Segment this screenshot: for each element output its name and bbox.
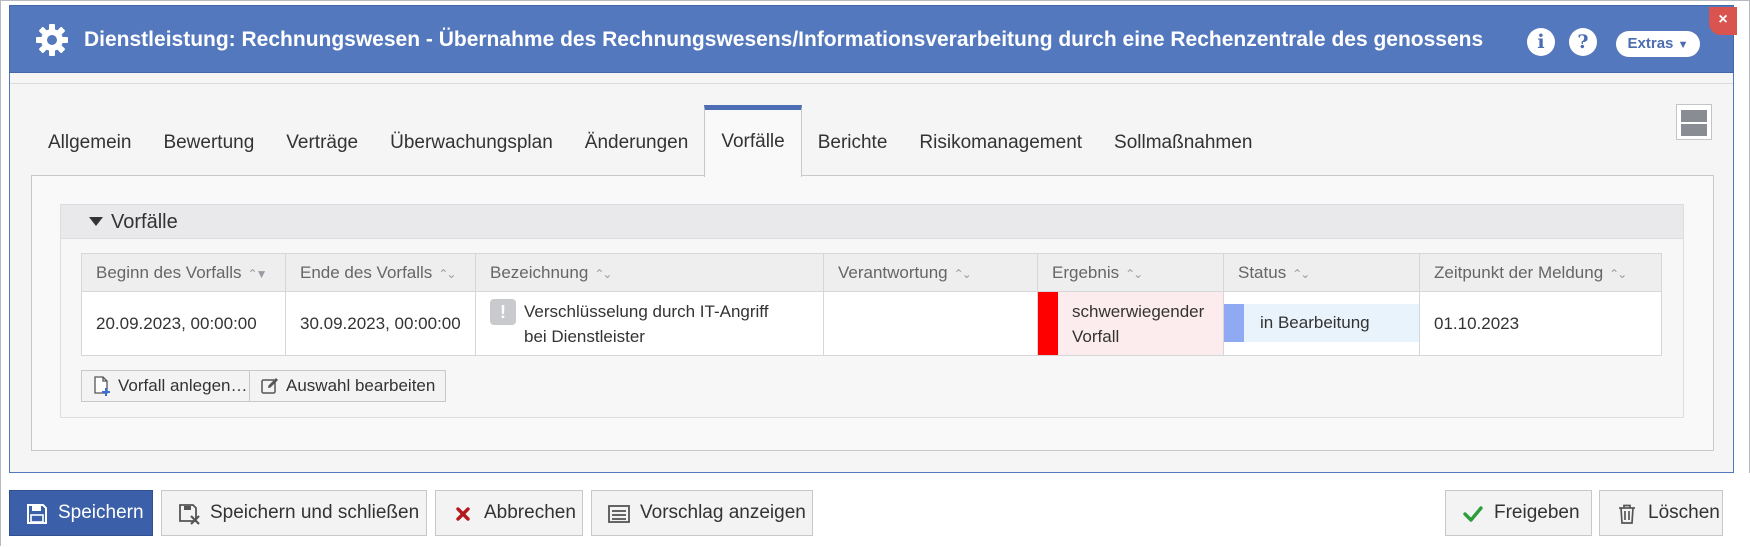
- section-title: Vorfälle: [111, 211, 178, 233]
- column-header-responsibility[interactable]: Verantwortung ⌃⌄: [823, 253, 1038, 292]
- divider: [10, 83, 1733, 84]
- extras-menu-button[interactable]: Extras ▼: [1616, 31, 1700, 57]
- save-close-icon: [179, 504, 200, 525]
- add-incident-button[interactable]: Vorfall anlegen…: [81, 370, 259, 402]
- table-header-row: Beginn des Vorfalls ⌃▼ Ende des Vorfalls ⌃…: [81, 253, 1662, 292]
- cancel-label: Abbrechen: [484, 502, 576, 523]
- column-header-end[interactable]: Ende des Vorfalls ⌃⌄: [285, 253, 476, 292]
- sort-icon: ⌃⌄: [1609, 266, 1627, 281]
- sort-icon: ⌃⌄: [594, 266, 612, 281]
- save-and-close-label: Speichern und schließen: [210, 502, 420, 523]
- status-badge: in Bearbeitung: [1224, 304, 1419, 342]
- cell-description: ! Verschlüsselung durch IT-Angriff bei D…: [475, 291, 824, 356]
- sort-icon: ⌃⌄: [438, 266, 456, 281]
- layout-toggle-icon[interactable]: [1676, 104, 1712, 140]
- cell-result: schwerwiegender Vorfall: [1037, 291, 1224, 356]
- edit-icon: [261, 378, 278, 394]
- tab-ueberwachungsplan[interactable]: Überwachungsplan: [374, 105, 569, 175]
- tab-aenderungen[interactable]: Änderungen: [569, 105, 705, 175]
- info-button[interactable]: i: [1527, 28, 1555, 56]
- save-and-close-button[interactable]: Speichern und schließen: [161, 490, 427, 536]
- column-header-result[interactable]: Ergebnis ⌃⌄: [1037, 253, 1224, 292]
- column-header-status[interactable]: Status ⌃⌄: [1223, 253, 1420, 292]
- column-header-reported[interactable]: Zeitpunkt der Meldung ⌃⌄: [1419, 253, 1662, 292]
- tab-panel: Vorfälle Beginn des Vorfalls ⌃▼ Ende des …: [31, 175, 1714, 451]
- tab-vorfaelle[interactable]: Vorfälle: [704, 105, 802, 177]
- column-header-description[interactable]: Bezeichnung ⌃⌄: [475, 253, 824, 292]
- checkmark-icon: [1463, 506, 1483, 522]
- tab-vertraege[interactable]: Verträge: [270, 105, 374, 175]
- status-strip: [1224, 304, 1244, 342]
- show-proposal-label: Vorschlag anzeigen: [640, 502, 806, 523]
- sort-icon: ⌃▼: [247, 266, 268, 281]
- approve-label: Freigeben: [1494, 502, 1580, 523]
- dialog-footer: Speichern Speichern und schließen Abbrec…: [1, 473, 1750, 547]
- add-incident-label: Vorfall anlegen…: [118, 376, 248, 395]
- cell-responsibility: [823, 291, 1038, 356]
- gear-icon: [36, 24, 68, 56]
- cell-begin: 20.09.2023, 00:00:00: [81, 291, 286, 356]
- sort-icon: ⌃⌄: [1125, 266, 1143, 281]
- new-document-icon: [94, 376, 110, 396]
- dialog-content: Allgemein Bewertung Verträge Überwachung…: [9, 73, 1734, 473]
- dialog-titlebar: Dienstleistung: Rechnungswesen - Übernah…: [9, 5, 1734, 73]
- trash-icon: [1619, 504, 1635, 524]
- incidents-table: Beginn des Vorfalls ⌃▼ Ende des Vorfalls ⌃…: [81, 253, 1662, 356]
- tab-berichte[interactable]: Berichte: [802, 105, 904, 175]
- status-text: in Bearbeitung: [1260, 313, 1370, 332]
- close-icon: [456, 507, 470, 521]
- edit-selection-button[interactable]: Auswahl bearbeiten: [249, 370, 447, 402]
- delete-button[interactable]: Löschen: [1599, 490, 1723, 536]
- tab-risikomanagement[interactable]: Risikomanagement: [903, 105, 1098, 175]
- save-label: Speichern: [58, 502, 144, 523]
- column-header-begin[interactable]: Beginn des Vorfalls ⌃▼: [81, 253, 286, 292]
- incidents-section: Vorfälle Beginn des Vorfalls ⌃▼ Ende des …: [60, 204, 1684, 418]
- result-line-1: schwerwiegender: [1072, 301, 1205, 321]
- cell-reported: 01.10.2023: [1419, 291, 1662, 356]
- section-header[interactable]: Vorfälle: [61, 205, 1683, 239]
- show-proposal-button[interactable]: Vorschlag anzeigen: [591, 490, 813, 536]
- caret-down-icon: [89, 217, 103, 226]
- delete-label: Löschen: [1648, 502, 1720, 523]
- result-line-2: Vorfall: [1072, 326, 1120, 346]
- cancel-button[interactable]: Abbrechen: [435, 490, 583, 536]
- save-button[interactable]: Speichern: [9, 490, 153, 536]
- approve-button[interactable]: Freigeben: [1445, 490, 1592, 536]
- tab-bar: Allgemein Bewertung Verträge Überwachung…: [32, 105, 1268, 177]
- description-line-2: bei Dienstleister: [524, 326, 645, 346]
- caret-down-icon: ▼: [1677, 39, 1689, 51]
- result-severity-strip: [1038, 292, 1058, 355]
- edit-selection-label: Auswahl bearbeiten: [286, 376, 436, 395]
- tab-sollmassnahmen[interactable]: Sollmaßnahmen: [1098, 105, 1268, 175]
- tab-bewertung[interactable]: Bewertung: [147, 105, 270, 175]
- close-button[interactable]: ×: [1709, 7, 1737, 35]
- sort-icon: ⌃⌄: [953, 266, 972, 281]
- extras-label: Extras: [1627, 35, 1674, 52]
- list-icon: [608, 505, 630, 523]
- tab-allgemein[interactable]: Allgemein: [32, 105, 147, 175]
- dialog-title: Dienstleistung: Rechnungswesen - Übernah…: [84, 28, 1484, 51]
- warning-icon: !: [490, 299, 516, 325]
- floppy-disk-icon: [27, 504, 47, 524]
- description-line-1: Verschlüsselung durch IT-Angriff: [524, 301, 769, 321]
- help-button[interactable]: ?: [1569, 28, 1597, 56]
- result-text: schwerwiegender Vorfall: [1072, 292, 1204, 355]
- table-row[interactable]: 20.09.2023, 00:00:00 30.09.2023, 00:00:0…: [81, 291, 1662, 356]
- dialog-window: Dienstleistung: Rechnungswesen - Übernah…: [0, 0, 1750, 547]
- cell-end: 30.09.2023, 00:00:00: [285, 291, 476, 356]
- cell-status: in Bearbeitung: [1223, 291, 1420, 356]
- sort-icon: ⌃⌄: [1292, 266, 1310, 281]
